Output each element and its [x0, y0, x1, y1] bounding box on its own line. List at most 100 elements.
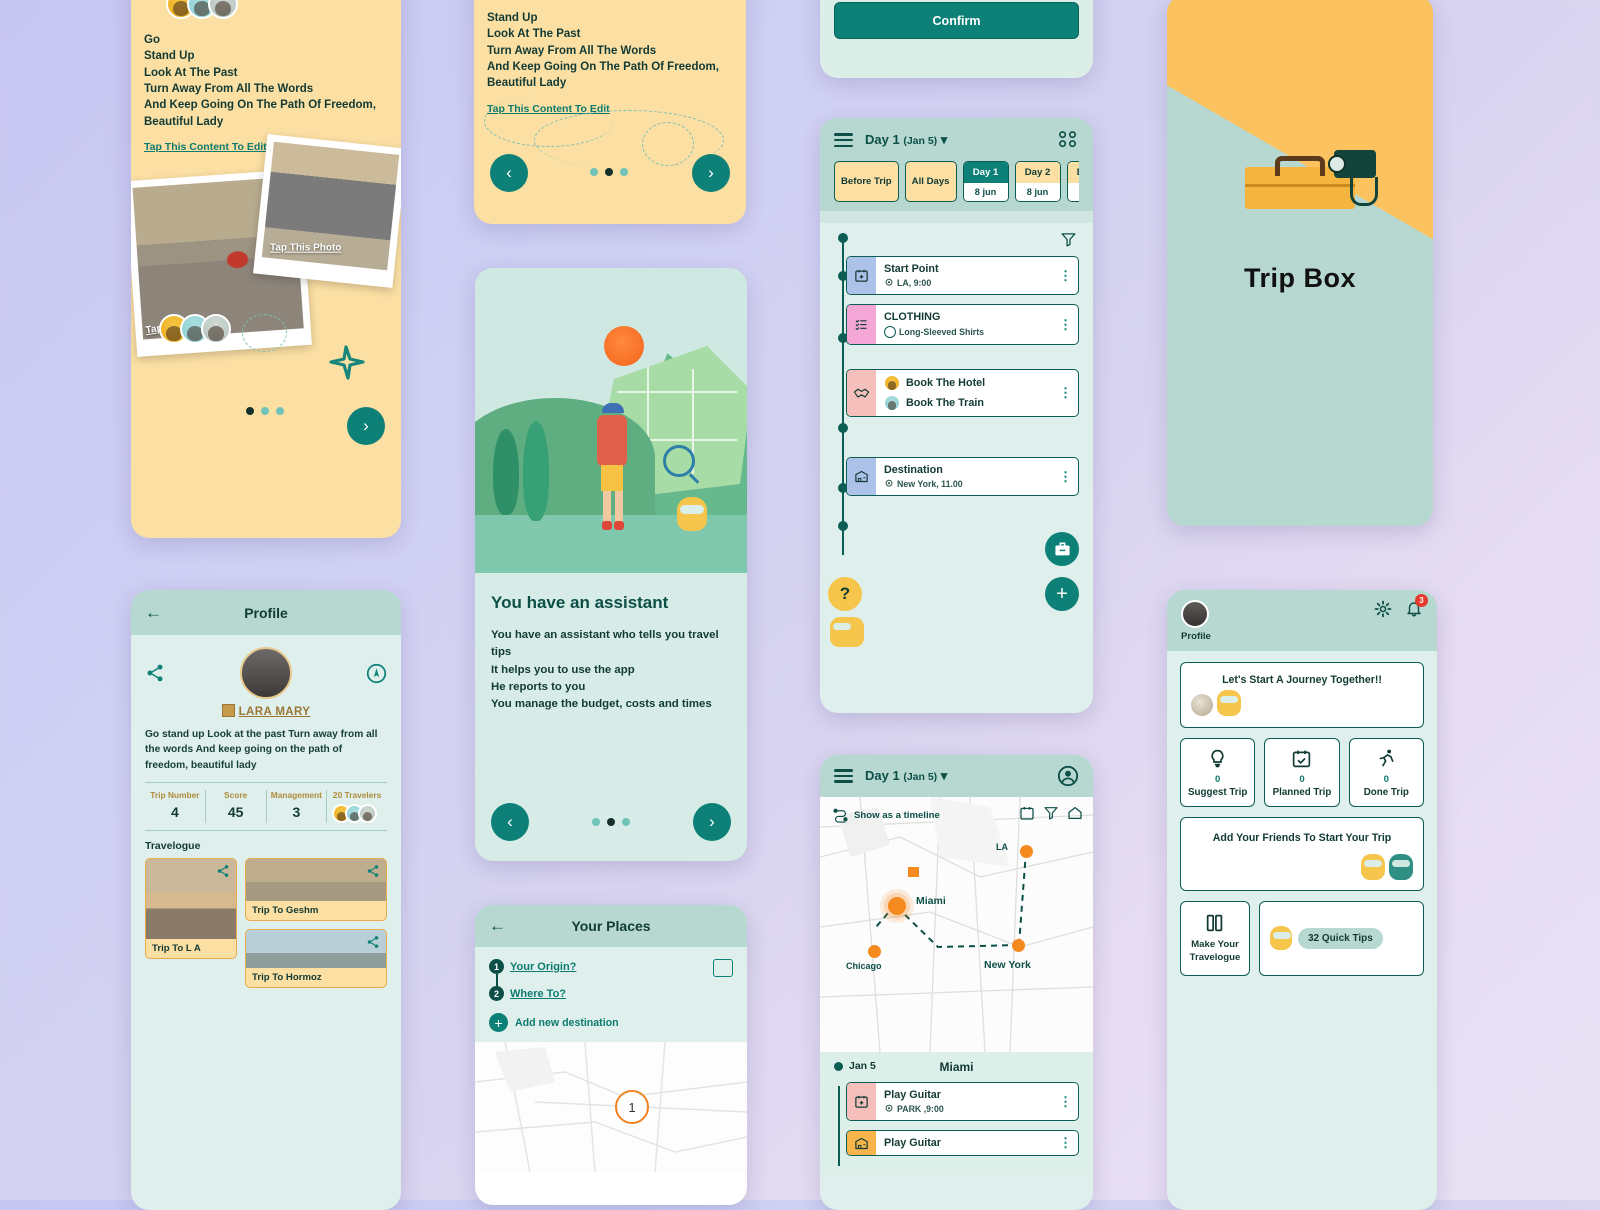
- map-marker-1[interactable]: 1: [615, 1090, 649, 1124]
- stat-card-suggest-trip[interactable]: 0 Suggest Trip: [1180, 738, 1256, 807]
- carousel-dot[interactable]: [592, 818, 600, 826]
- gear-icon[interactable]: [1374, 600, 1392, 618]
- checkbox[interactable]: [884, 326, 896, 339]
- tab-day-1[interactable]: Day 1 8 jun: [962, 161, 1009, 203]
- itinerary-row-booking[interactable]: Book The Hotel Book The Train ⋮: [846, 369, 1079, 418]
- stat-count: 0: [1214, 774, 1221, 785]
- row-menu-icon[interactable]: ⋮: [1059, 386, 1072, 399]
- origin-link[interactable]: Your Origin?: [510, 961, 576, 973]
- stat-card-planned-trip[interactable]: 0 Planned Trip: [1264, 738, 1340, 807]
- add-fab[interactable]: +: [1045, 577, 1079, 612]
- map-view[interactable]: 1: [475, 1042, 747, 1172]
- group-people-icon[interactable]: [1057, 131, 1079, 149]
- tab-day-3[interactable]: Day 3 8 jun: [1066, 161, 1079, 203]
- trip-box-fab[interactable]: [1045, 532, 1079, 567]
- photo-polaroid-2[interactable]: Tap This Photo: [253, 134, 401, 288]
- notification-badge: 3: [1415, 594, 1428, 607]
- tab-before-trip[interactable]: Before Trip: [834, 161, 899, 203]
- traveler-avatars-bottom[interactable]: [159, 314, 231, 344]
- share-icon[interactable]: [366, 935, 380, 949]
- destination-link[interactable]: Where To?: [510, 988, 566, 1000]
- carousel-dots[interactable]: [592, 818, 630, 826]
- itinerary-row-destination[interactable]: Destination New York, 11.00 ⋮: [846, 457, 1079, 497]
- itinerary-row-start-point[interactable]: Start Point LA, 9:00 ⋮: [846, 256, 1079, 296]
- avatar[interactable]: [1181, 600, 1209, 628]
- story-card-1[interactable]: Go Stand Up Look At The Past Turn Away F…: [131, 0, 401, 538]
- next-button[interactable]: ›: [692, 154, 730, 192]
- day-selector[interactable]: Day 1 (Jan 5) ▾: [865, 132, 947, 148]
- traveler-avatars-top[interactable]: [166, 0, 238, 19]
- assistant-helper[interactable]: ?: [828, 577, 864, 648]
- travelogue-card[interactable]: Trip To L A: [145, 857, 237, 959]
- quick-tips-card[interactable]: 32 Quick Tips: [1259, 901, 1424, 976]
- carousel-dot[interactable]: [276, 407, 284, 415]
- carousel-dots[interactable]: [590, 168, 628, 176]
- back-arrow-icon[interactable]: ←: [145, 603, 162, 623]
- origin-step[interactable]: 1 Your Origin?: [489, 959, 733, 996]
- carousel-dot[interactable]: [622, 818, 630, 826]
- prev-button[interactable]: ‹: [491, 803, 529, 841]
- carousel-dot[interactable]: [246, 407, 254, 415]
- map-row-play-guitar-2[interactable]: Play Guitar ⋮: [846, 1130, 1079, 1156]
- boot: [614, 521, 624, 530]
- stat-value: 4: [170, 803, 179, 820]
- destination-step[interactable]: 2 Where To?: [489, 986, 733, 1001]
- add-destination-button[interactable]: + Add new destination: [489, 1013, 733, 1032]
- stat-travelers[interactable]: 20 Travelers: [327, 790, 387, 823]
- carousel-dot[interactable]: [620, 168, 628, 176]
- row-menu-icon[interactable]: ⋮: [1059, 470, 1072, 483]
- tap-photo-label[interactable]: Tap This Photo: [270, 243, 341, 254]
- profile-name[interactable]: LARA MARY: [145, 704, 387, 718]
- map-pin-la[interactable]: [1020, 845, 1033, 858]
- map-row-play-guitar-1[interactable]: Play Guitar PARK ,9:00 ⋮: [846, 1082, 1079, 1121]
- carousel-dot[interactable]: [605, 168, 613, 176]
- trip-box-card[interactable]: Trip Box: [1167, 0, 1433, 526]
- prev-button[interactable]: ‹: [490, 154, 528, 192]
- row-menu-icon[interactable]: ⋮: [1059, 269, 1072, 282]
- day-selector[interactable]: Day 1 (Jan 5) ▾: [865, 768, 947, 784]
- row-title: Play Guitar: [884, 1137, 942, 1149]
- tab-date: 8 jun: [1067, 183, 1079, 202]
- account-icon[interactable]: [1057, 765, 1079, 787]
- menu-icon[interactable]: [834, 766, 853, 786]
- menu-icon[interactable]: [834, 130, 853, 150]
- map-pin-chicago[interactable]: [868, 945, 881, 958]
- carousel-dot[interactable]: [261, 407, 269, 415]
- next-button[interactable]: ›: [347, 407, 385, 445]
- story-card-2[interactable]: Stand Up Look At The Past Turn Away From…: [474, 0, 746, 224]
- start-journey-banner[interactable]: Let's Start A Journey Together!!: [1180, 662, 1424, 728]
- tap-to-edit-link[interactable]: Tap This Content To Edit: [144, 141, 267, 153]
- travelogue-card[interactable]: Trip To Geshm: [245, 857, 387, 921]
- assistant-line: You have an assistant who tells you trav…: [491, 629, 719, 659]
- map-view[interactable]: Show as a timeline LA Miami Chicago New …: [820, 797, 1093, 1052]
- row-menu-icon[interactable]: ⋮: [1059, 1095, 1072, 1108]
- carousel-dot[interactable]: [590, 168, 598, 176]
- back-arrow-icon[interactable]: ←: [489, 916, 506, 936]
- itinerary-row-clothing[interactable]: CLOTHING Long-Sleeved Shirts ⋮: [846, 304, 1079, 346]
- map-pin-newyork[interactable]: [1012, 939, 1025, 952]
- stat-card-done-trip[interactable]: 0 Done Trip: [1348, 738, 1424, 807]
- tab-day-2[interactable]: Day 2 8 jun: [1014, 161, 1061, 203]
- share-icon[interactable]: [366, 864, 380, 878]
- tab-all-days[interactable]: All Days: [904, 161, 957, 203]
- day-tabs[interactable]: Before Trip All Days Day 1 8 jun Day 2 8…: [834, 161, 1079, 203]
- travelogue-card[interactable]: Trip To Hormoz: [245, 928, 387, 988]
- map-pin-miami[interactable]: [888, 897, 906, 915]
- compass-icon[interactable]: [366, 663, 387, 684]
- share-icon[interactable]: [145, 663, 165, 683]
- row-menu-icon[interactable]: ⋮: [1059, 1136, 1072, 1149]
- filter-icon[interactable]: [1060, 231, 1077, 248]
- profile-stats: Trip Number 4 Score 45 Management 3 20 T…: [145, 781, 387, 831]
- confirm-button[interactable]: Confirm: [834, 2, 1079, 39]
- help-icon[interactable]: ?: [828, 577, 862, 612]
- profile-name-text: LARA MARY: [238, 706, 311, 718]
- carousel-dot[interactable]: [607, 818, 615, 826]
- carousel-dots[interactable]: [246, 407, 284, 415]
- row-menu-icon[interactable]: ⋮: [1059, 318, 1072, 331]
- next-button[interactable]: ›: [693, 803, 731, 841]
- make-travelogue-card[interactable]: Make Your Travelogue: [1180, 901, 1250, 976]
- add-friends-banner[interactable]: Add Your Friends To Start Your Trip: [1180, 817, 1424, 891]
- profile-block[interactable]: Profile: [1181, 600, 1211, 642]
- avatar[interactable]: [239, 647, 292, 699]
- share-icon[interactable]: [216, 864, 230, 878]
